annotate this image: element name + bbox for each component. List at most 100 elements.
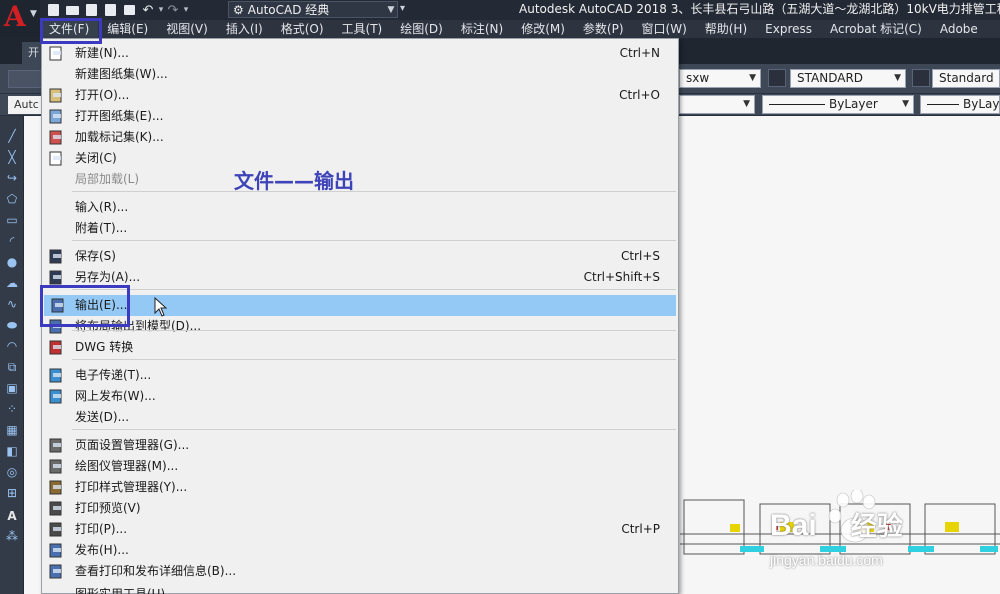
file-menu-item-9[interactable]: 保存(S) Ctrl+S — [42, 246, 678, 267]
file-menu-item-18[interactable]: 绘图仪管理器(M)... — [42, 456, 678, 477]
file-menu-item-22[interactable]: 发布(H)... — [42, 540, 678, 561]
add-selected-icon[interactable]: ⁂ — [4, 528, 20, 544]
file-menu-item-14[interactable]: 电子传递(T)... — [42, 365, 678, 386]
ellipse-arc-tool-icon[interactable]: ◠ — [4, 338, 20, 354]
line-tool-icon[interactable]: ╱ — [4, 128, 20, 144]
text-style-select[interactable]: sxw ▼ — [679, 69, 761, 88]
qat-undo-icon[interactable]: ↶ — [139, 2, 157, 18]
gradient-tool-icon[interactable]: ◧ — [4, 443, 20, 459]
rectangle-tool-icon[interactable]: ▭ — [4, 212, 20, 228]
qat-save-icon[interactable] — [82, 2, 100, 18]
window-title: Autodesk AutoCAD 2018 3、长丰县石弓山路（五湖大道～龙湖北… — [519, 2, 1000, 16]
menu-7[interactable]: 标注(N) — [452, 20, 512, 38]
file-menu-item-20[interactable]: 打印预览(V) — [42, 498, 678, 519]
file-menu-item-1[interactable]: 新建图纸集(W)... — [42, 64, 678, 85]
menu-4[interactable]: 格式(O) — [272, 20, 333, 38]
make-block-icon[interactable]: ▣ — [4, 380, 20, 396]
menu-12[interactable]: Express — [756, 20, 821, 38]
menu-1[interactable]: 编辑(E) — [98, 20, 157, 38]
table-tool-icon[interactable]: ⊞ — [4, 485, 20, 501]
region-tool-icon[interactable]: ◎ — [4, 464, 20, 480]
publish-web-icon — [48, 389, 64, 404]
mouse-cursor-icon — [154, 297, 168, 317]
file-menu-item-label: 保存(S) — [75, 249, 116, 263]
file-menu-item-2[interactable]: 打开(O)... Ctrl+O — [42, 85, 678, 106]
file-menu-item-8[interactable]: 附着(T)... — [42, 218, 678, 239]
toolbar-button[interactable] — [8, 70, 42, 88]
qat-print-icon[interactable] — [120, 2, 138, 18]
file-menu-item-13[interactable]: DWG 转换 — [42, 337, 678, 358]
linetype-select[interactable]: ByLayer ▼ — [762, 95, 914, 114]
qat-open-icon[interactable] — [63, 2, 81, 18]
color-select[interactable]: ▼ — [679, 95, 755, 114]
application-menu-button[interactable]: A ▼ — [0, 0, 40, 38]
watermark-url: jingyan.baidu.com — [770, 552, 883, 568]
menu-11[interactable]: 帮助(H) — [696, 20, 756, 38]
file-menu-item-label: 查看打印和发布详细信息(B)... — [75, 564, 237, 578]
file-menu-item-0[interactable]: 新建(N)... Ctrl+N — [42, 43, 678, 64]
menu-2[interactable]: 视图(V) — [157, 20, 217, 38]
dimstyle-icon[interactable] — [768, 69, 786, 87]
file-menu-item-label: 附着(T)... — [75, 221, 128, 235]
mtext-tool-icon[interactable]: A — [4, 508, 20, 524]
file-menu-item-3[interactable]: 打开图纸集(E)... — [42, 106, 678, 127]
insert-block-icon[interactable]: ⧉ — [4, 359, 20, 375]
file-menu-item-4[interactable]: 加载标记集(K)... — [42, 127, 678, 148]
menu-14[interactable]: Adobe — [931, 20, 987, 38]
file-menu-item-label: 绘图仪管理器(M)... — [75, 459, 179, 473]
file-menu-item-label: 电子传递(T)... — [75, 368, 152, 382]
workspace-layer-select[interactable]: Autc — [8, 96, 42, 114]
tablestyle-icon[interactable] — [912, 69, 930, 87]
hatch-tool-icon[interactable]: ▦ — [4, 422, 20, 438]
ellipse-tool-icon[interactable]: ⬬ — [4, 317, 20, 333]
file-menu-item-label: 发送(D)... — [75, 410, 130, 424]
menu-13[interactable]: Acrobat 标记(C) — [821, 20, 931, 38]
save-icon — [48, 249, 64, 264]
qat-redo-dropdown-icon[interactable]: ▾ — [183, 3, 189, 17]
polygon-tool-icon[interactable]: ⬠ — [4, 191, 20, 207]
menu-8[interactable]: 修改(M) — [512, 20, 574, 38]
file-menu-item-7[interactable]: 输入(R)... — [42, 197, 678, 218]
file-menu-item-11[interactable]: 输出(E)... — [44, 295, 676, 316]
file-menu-item-21[interactable]: 打印(P)... Ctrl+P — [42, 519, 678, 540]
file-menu-item-5[interactable]: 关闭(C) — [42, 148, 678, 169]
revcloud-tool-icon[interactable]: ☁ — [4, 275, 20, 291]
menu-3[interactable]: 插入(I) — [217, 20, 272, 38]
file-menu-item-24[interactable]: 图形实用工具(U) — [42, 584, 678, 594]
qat-saveas-icon[interactable] — [101, 2, 119, 18]
menu-5[interactable]: 工具(T) — [333, 20, 392, 38]
file-menu-item-10[interactable]: 另存为(A)... Ctrl+Shift+S — [42, 267, 678, 288]
workspace-switcher[interactable]: ⚙ AutoCAD 经典 ▼ — [228, 1, 398, 18]
table-style-select[interactable]: Standard — [932, 69, 1000, 88]
point-tool-icon[interactable]: ⁘ — [4, 401, 20, 417]
menu-6[interactable]: 绘图(D) — [391, 20, 452, 38]
file-menu-item-17[interactable]: 页面设置管理器(G)... — [42, 435, 678, 456]
menu-10[interactable]: 窗口(W) — [633, 20, 696, 38]
chevron-down-icon: ▼ — [743, 99, 750, 109]
file-menu-item-label: 加载标记集(K)... — [75, 130, 164, 144]
construction-line-icon[interactable]: ╳ — [4, 149, 20, 165]
file-menu-item-label: 网上发布(W)... — [75, 389, 156, 403]
polyline-tool-icon[interactable]: ↪ — [4, 170, 20, 186]
file-menu-item-label: 打开(O)... — [75, 88, 130, 102]
circle-tool-icon[interactable]: ● — [4, 254, 20, 270]
file-menu-item-23[interactable]: 查看打印和发布详细信息(B)... — [42, 561, 678, 582]
file-menu-item-15[interactable]: 网上发布(W)... — [42, 386, 678, 407]
open-sheet-set-icon — [48, 109, 64, 124]
menu-9[interactable]: 参数(P) — [574, 20, 633, 38]
file-menu-item-label: 图形实用工具(U) — [75, 587, 166, 594]
qat-redo-icon[interactable]: ↷ — [164, 2, 182, 18]
spline-tool-icon[interactable]: ∿ — [4, 296, 20, 312]
dimension-style-select[interactable]: STANDARD ▼ — [790, 69, 906, 88]
menu-separator — [72, 240, 676, 241]
file-menu-item-label: 新建图纸集(W)... — [75, 67, 168, 81]
print-icon — [48, 522, 64, 537]
file-menu-item-12[interactable]: 将布局输出到模型(D)... — [42, 316, 678, 337]
qat-customize-icon[interactable]: ▾ — [400, 3, 405, 14]
file-menu-item-19[interactable]: 打印样式管理器(Y)... — [42, 477, 678, 498]
save-as-icon — [48, 270, 64, 285]
lineweight-select[interactable]: ByLayer — [920, 95, 1000, 114]
file-menu-item-16[interactable]: 发送(D)... — [42, 407, 678, 428]
qat-new-icon[interactable] — [44, 2, 62, 18]
arc-tool-icon[interactable]: ◜ — [4, 233, 20, 249]
